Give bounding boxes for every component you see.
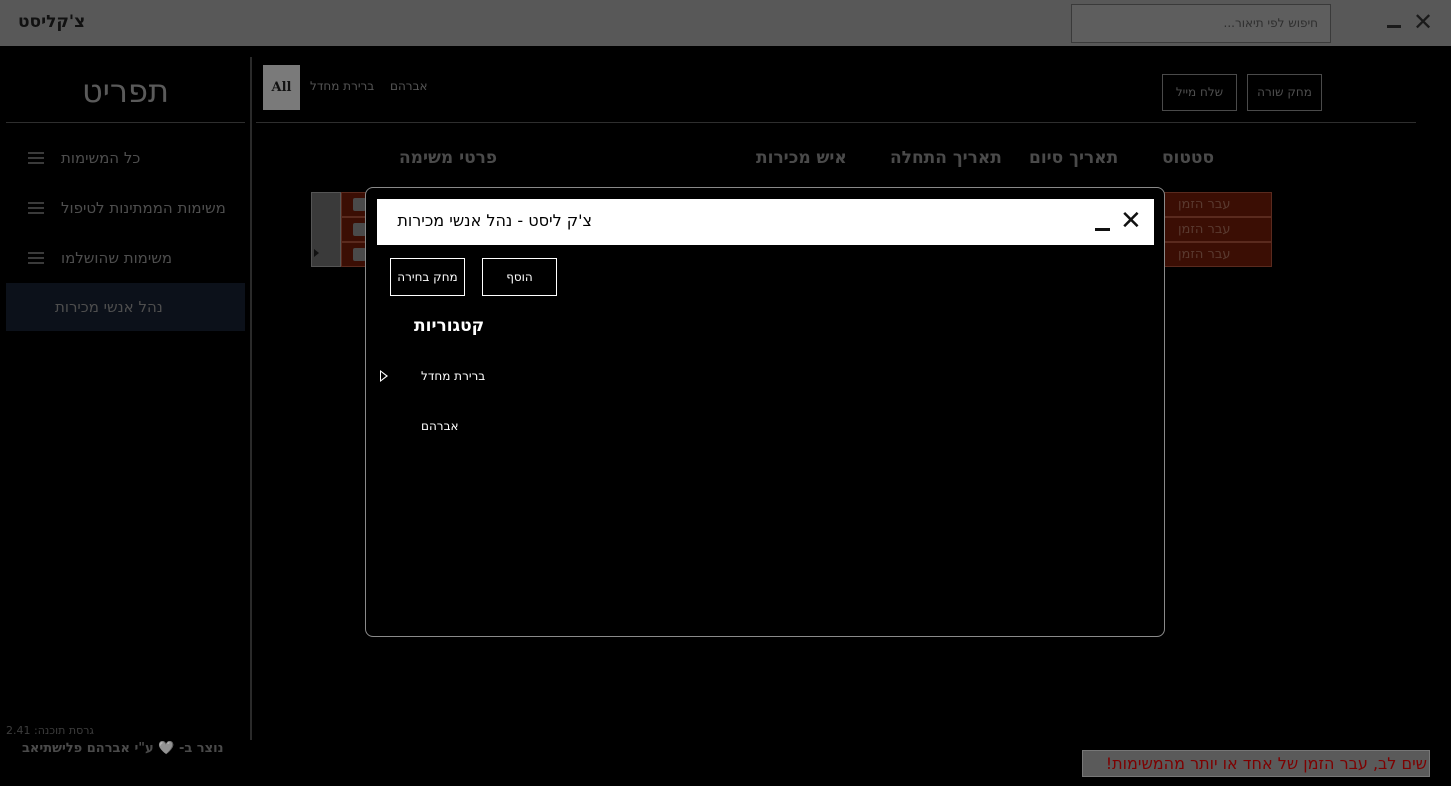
row-status: עבר הזמן: [1178, 222, 1231, 237]
delete-selection-button[interactable]: מחק בחירה: [390, 258, 465, 296]
sidebar-item-pending-tasks[interactable]: משימות הממתינות לטיפול: [6, 184, 245, 232]
title-bar: צ'קליסט חיפוש לפי תיאור... ✕: [0, 0, 1451, 46]
minimize-icon[interactable]: [1095, 215, 1111, 231]
tree-item-default[interactable]: ברירת מחדל: [421, 369, 485, 383]
filter-tab-avraham[interactable]: אברהם: [390, 79, 428, 93]
menu-icon: [28, 152, 44, 164]
sidebar-title: תפריט: [82, 72, 169, 110]
delete-row-button[interactable]: מחק שורה: [1247, 74, 1322, 111]
filter-tab-default[interactable]: ברירת מחדל: [310, 79, 374, 93]
sidebar-item-label: משימות שהושלמו: [61, 249, 173, 267]
close-icon[interactable]: ✕: [1120, 206, 1142, 236]
divider: [6, 122, 245, 123]
tree-item-avraham[interactable]: אברהם: [421, 419, 459, 433]
sidebar-item-all-tasks[interactable]: כל המשימות: [6, 134, 245, 182]
column-header-end-date: תאריך סיום: [1029, 148, 1119, 168]
row-status: עבר הזמן: [1178, 247, 1231, 262]
sidebar-item-manage-salespeople[interactable]: נהל אנשי מכירות: [6, 283, 245, 331]
sidebar-item-label: נהל אנשי מכירות: [55, 298, 163, 316]
send-mail-button[interactable]: שלח מייל: [1162, 74, 1237, 111]
column-header-details: פרטי משימה: [399, 148, 498, 168]
credit-label: נוצר ב- 🩶 ע"י אברהם פלישתיאב: [22, 741, 224, 756]
add-button[interactable]: הוסף: [482, 258, 557, 296]
manage-salespeople-dialog: צ'ק ליסט - נהל אנשי מכירות ✕ מחק בחירה ה…: [365, 187, 1165, 637]
sidebar-item-label: משימות הממתינות לטיפול: [61, 199, 226, 217]
menu-icon: [28, 202, 44, 214]
search-input[interactable]: חיפוש לפי תיאור...: [1071, 4, 1331, 43]
sidebar-item-label: כל המשימות: [61, 149, 141, 167]
dialog-title: צ'ק ליסט - נהל אנשי מכירות: [397, 211, 592, 230]
overdue-warning: שים לב, עבר הזמן של אחד או יותר מהמשימות…: [1082, 750, 1430, 777]
expand-arrow-icon[interactable]: [380, 370, 388, 382]
column-header-salesperson: איש מכירות: [756, 148, 847, 168]
row-status: עבר הזמן: [1178, 197, 1231, 212]
divider: [256, 122, 1416, 123]
sidebar-item-completed-tasks[interactable]: משימות שהושלמו: [6, 234, 245, 282]
menu-icon: [28, 252, 44, 264]
column-header-status: סטטוס: [1162, 148, 1215, 168]
vertical-divider: [250, 57, 252, 740]
current-row-icon: [314, 249, 319, 257]
app-title: צ'קליסט: [18, 12, 86, 32]
column-header-start-date: תאריך התחלה: [890, 148, 1002, 168]
version-label: גרסת תוכנה: 2.41: [6, 724, 94, 737]
dialog-header: צ'ק ליסט - נהל אנשי מכירות ✕: [377, 199, 1154, 245]
close-icon[interactable]: ✕: [1413, 9, 1435, 35]
minimize-icon[interactable]: [1387, 12, 1403, 28]
filter-all-tab[interactable]: All: [263, 65, 300, 110]
categories-heading: קטגוריות: [414, 316, 485, 336]
